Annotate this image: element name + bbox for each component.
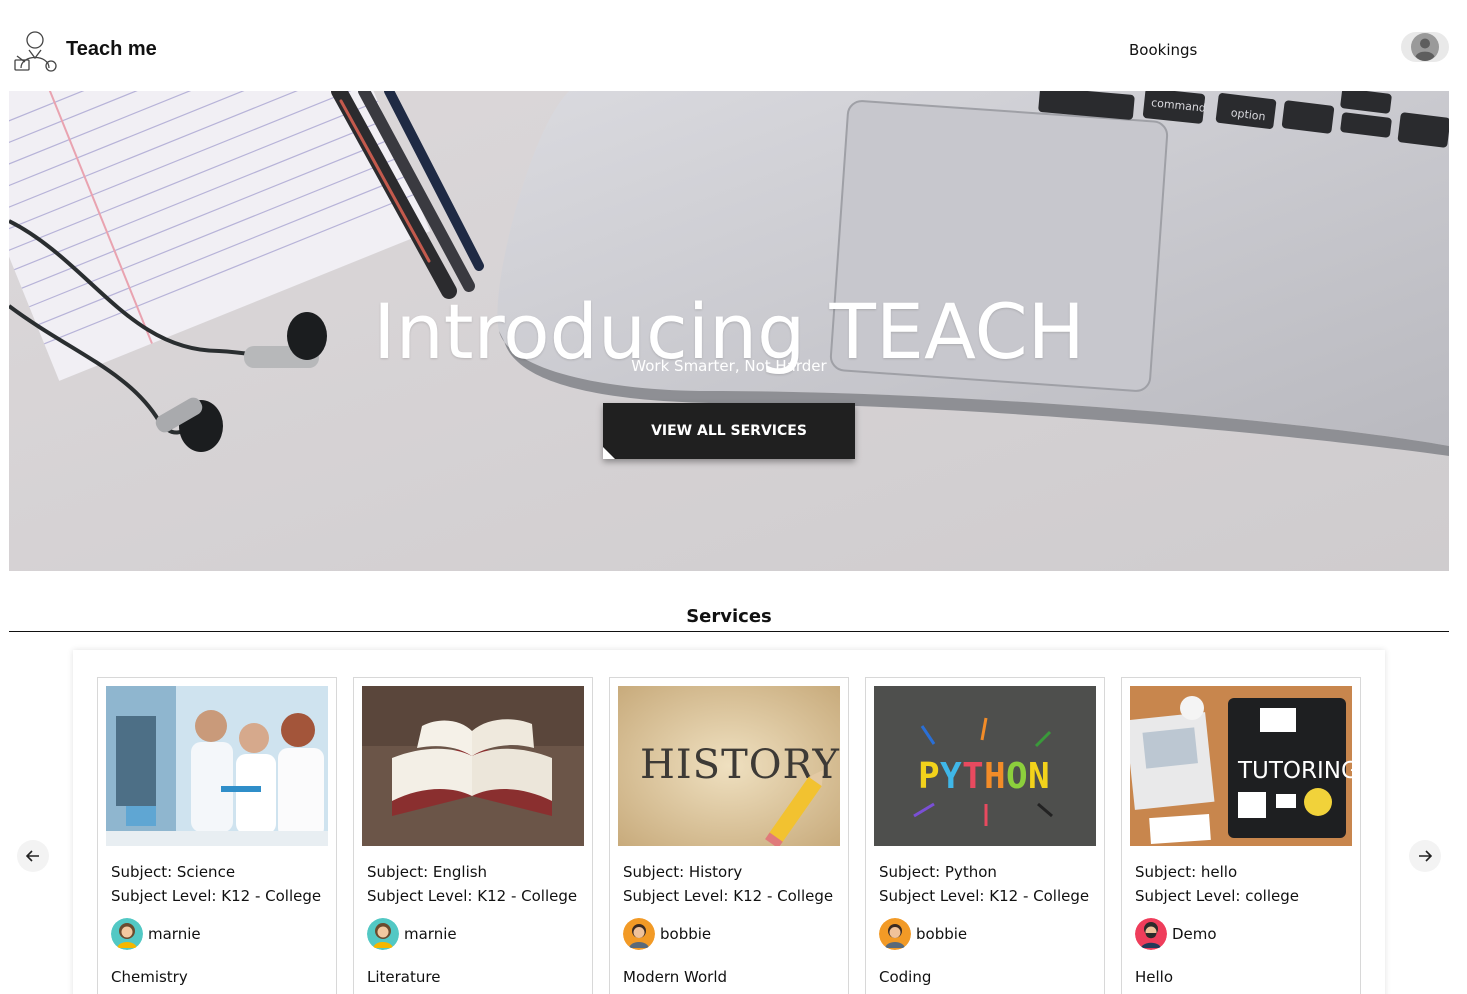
svg-text:Y: Y [940, 756, 962, 797]
male-tutor-avatar [879, 918, 911, 950]
hero-subtitle: Work Smarter, Not Harder [631, 357, 827, 375]
services-divider [9, 631, 1449, 632]
female-tutor-avatar [111, 918, 143, 950]
card-topic: Hello [1135, 968, 1174, 986]
card-subject-level: Subject Level: K12 - College [879, 887, 1090, 905]
hero-banner: command option Introducing TEACH Work Sm… [9, 91, 1449, 571]
svg-text:O: O [1006, 756, 1028, 797]
profile-menu-button[interactable] [1401, 32, 1449, 62]
svg-text:TUTORING: TUTORING [1237, 758, 1352, 784]
carousel-prev-button[interactable] [17, 840, 49, 872]
card-tutor-name: Demo [1172, 925, 1217, 943]
top-navbar: Teach me Bookings [0, 0, 1467, 91]
history-paper-photo: HISTORY [618, 686, 840, 846]
svg-text:T: T [962, 756, 984, 797]
nav-link-bookings[interactable]: Bookings [1129, 41, 1197, 59]
user-avatar-icon [1411, 33, 1439, 61]
open-books-photo [362, 686, 584, 846]
card-tutor-name: marnie [148, 925, 201, 943]
card-topic: Chemistry [111, 968, 188, 986]
services-heading: Services [686, 606, 772, 627]
card-subject: Subject: Python [879, 863, 997, 881]
card-subject-level: Subject Level: college [1135, 887, 1299, 905]
card-subject-level: Subject Level: K12 - College [111, 887, 322, 905]
card-subject-level: Subject Level: K12 - College [367, 887, 578, 905]
service-card[interactable]: P Y T H O N Subject: Python Subject Leve… [865, 677, 1105, 994]
card-subject: Subject: English [367, 863, 488, 881]
arrow-right-icon [1419, 850, 1432, 862]
card-tutor-name: bobbie [660, 925, 712, 943]
card-subject-level: Subject Level: K12 - College [623, 887, 834, 905]
carousel-next-button[interactable] [1409, 840, 1441, 872]
service-card[interactable]: Subject: Science Subject Level: K12 - Co… [97, 677, 337, 994]
card-subject: Subject: hello [1135, 863, 1238, 881]
card-subject: Subject: History [623, 863, 743, 881]
brand-name[interactable]: Teach me [66, 38, 157, 61]
service-card[interactable]: TUTORING Subject: hello Subject Level: c… [1121, 677, 1361, 994]
arrow-left-icon [26, 850, 39, 862]
card-topic: Literature [367, 968, 441, 986]
card-tutor-name: marnie [404, 925, 457, 943]
male-tutor-avatar [623, 918, 655, 950]
bearded-tutor-avatar [1135, 918, 1167, 950]
svg-text:N: N [1028, 756, 1050, 797]
female-tutor-avatar [367, 918, 399, 950]
svg-text:P: P [918, 756, 940, 797]
teacher-logo-icon[interactable] [11, 28, 59, 74]
svg-text:H: H [984, 756, 1006, 797]
card-topic: Coding [879, 968, 932, 986]
service-card[interactable]: HISTORY Subject: History Subject Level: … [609, 677, 849, 994]
button-corner-decoration [603, 447, 615, 459]
card-tutor-name: bobbie [916, 925, 968, 943]
tutoring-desk-photo: TUTORING [1130, 686, 1352, 846]
view-all-services-button[interactable]: VIEW ALL SERVICES [603, 403, 855, 459]
view-all-services-label: VIEW ALL SERVICES [651, 423, 807, 439]
card-subject: Subject: Science [111, 863, 236, 881]
science-lab-photo [106, 686, 328, 846]
python-blocks-photo: P Y T H O N [874, 686, 1096, 846]
service-card[interactable]: Subject: English Subject Level: K12 - Co… [353, 677, 593, 994]
card-topic: Modern World [623, 968, 728, 986]
